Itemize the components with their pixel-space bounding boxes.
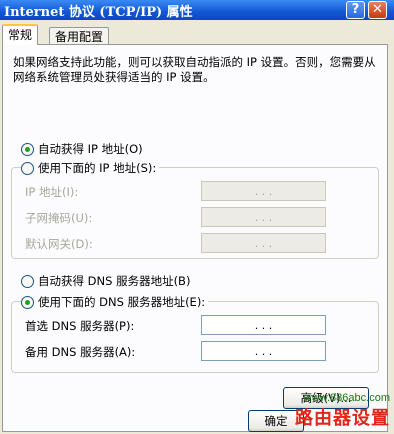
watermark-brand: 路由器设置 (295, 408, 390, 429)
alternate-dns-label: 备用 DNS 服务器(A): (25, 345, 136, 359)
watermark: www.886abc.com 路由器设置 (295, 392, 390, 430)
alternate-dns-input[interactable]: . . . (201, 341, 326, 361)
radio-empty-icon (21, 274, 34, 288)
watermark-url: www.886abc.com (303, 392, 390, 404)
subnet-mask-input[interactable]: . . . (201, 207, 326, 227)
title-bar: Internet 协议 (TCP/IP) 属性 ? ✕ (0, 0, 394, 20)
default-gateway-input[interactable]: . . . (201, 233, 326, 253)
tab-general[interactable]: 常规 (2, 24, 39, 45)
manual-ip-label: 使用下面的 IP 地址(S): (38, 161, 157, 175)
ip-address-label: IP 地址(I): (25, 185, 79, 199)
subnet-mask-label: 子网掩码(U): (25, 211, 93, 225)
radio-selected-icon (21, 142, 34, 156)
auto-dns-label: 自动获得 DNS 服务器地址(B) (38, 274, 191, 288)
manual-ip-radio[interactable]: 使用下面的 IP 地址(S): (21, 160, 160, 176)
dialog-body: 常规 备用配置 如果网络支持此功能，则可以获取自动指派的 IP 设置。否则，您需… (0, 20, 394, 434)
dns-server-group (11, 301, 379, 373)
manual-dns-label: 使用下面的 DNS 服务器地址(E): (38, 295, 206, 309)
radio-selected-icon (21, 295, 34, 309)
default-gateway-label: 默认网关(D): (25, 237, 93, 251)
radio-empty-icon (21, 161, 34, 175)
tab-panel: 如果网络支持此功能，则可以获取自动指派的 IP 设置。否则，您需要从网络系统管理… (2, 44, 388, 432)
close-button[interactable]: ✕ (368, 1, 387, 19)
auto-dns-radio[interactable]: 自动获得 DNS 服务器地址(B) (21, 273, 194, 289)
auto-ip-radio[interactable]: 自动获得 IP 地址(O) (21, 141, 146, 157)
description-text: 如果网络支持此功能，则可以获取自动指派的 IP 设置。否则，您需要从网络系统管理… (13, 55, 376, 84)
tab-alternate-config[interactable]: 备用配置 (49, 27, 110, 45)
ip-address-input[interactable]: . . . (201, 181, 326, 201)
help-button[interactable]: ? (346, 1, 365, 19)
preferred-dns-input[interactable]: . . . (201, 315, 326, 335)
manual-dns-radio[interactable]: 使用下面的 DNS 服务器地址(E): (21, 294, 209, 310)
preferred-dns-label: 首选 DNS 服务器(P): (25, 319, 135, 333)
auto-ip-label: 自动获得 IP 地址(O) (38, 142, 143, 156)
window-title: Internet 协议 (TCP/IP) 属性 (4, 5, 193, 20)
